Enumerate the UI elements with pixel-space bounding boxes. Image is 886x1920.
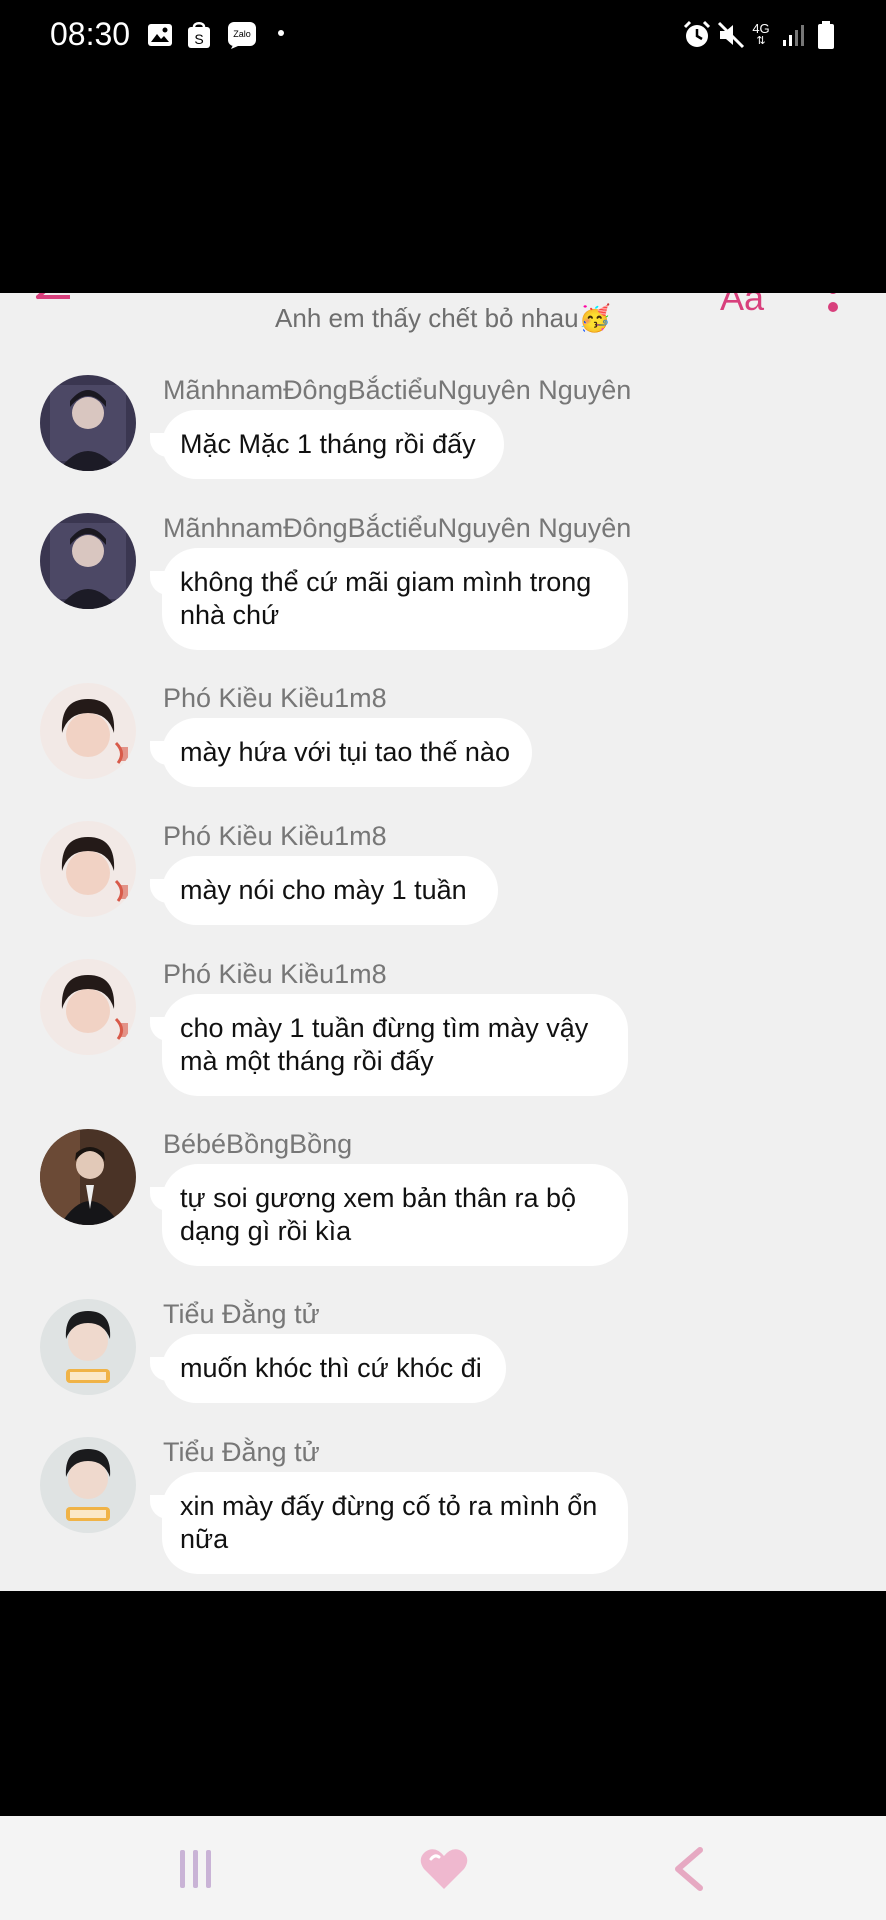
back-icon[interactable] [660,1842,720,1896]
avatar[interactable] [40,1129,136,1225]
sender-name: Phó Kiều Kiều1m8 [163,683,387,713]
shop-icon: S [186,20,212,50]
chat-area[interactable]: Aa Anh em thấy chết bỏ nhau🥳 MãnhnamĐông… [0,293,886,1591]
message-bubble[interactable]: xin mày đấy đừng cố tỏ ra mình ổn nữa [162,1472,628,1574]
network-label: 4G [752,21,770,36]
zalo-icon: Zalo [226,20,258,50]
status-bar: 08:30 S Zalo 4G ⇅ [0,0,886,70]
mute-icon [716,20,746,50]
system-nav-bar [0,1816,886,1920]
data-arrows-icon: ⇅ [756,35,766,47]
avatar[interactable] [40,1299,136,1395]
avatar[interactable] [40,959,136,1055]
message-bubble[interactable]: tự soi gương xem bản thân ra bộ dạng gì … [162,1164,628,1266]
sender-name: Phó Kiều Kiều1m8 [163,959,387,989]
message-bubble[interactable]: mày nói cho mày 1 tuần [162,856,498,925]
sender-name: BébéBồngBồng [163,1129,353,1159]
message-bubble[interactable]: không thể cứ mãi giam mình trong nhà chứ [162,548,628,650]
clock: 08:30 [50,16,131,52]
sender-name: Phó Kiều Kiều1m8 [163,821,387,851]
avatar[interactable] [40,821,136,917]
battery-icon [814,20,838,50]
sender-name: Tiểu Đằng tử [163,1299,320,1329]
notification-dot [278,30,284,36]
recent-apps-icon[interactable] [166,1842,226,1896]
message-bubble[interactable]: Mặc Mặc 1 tháng rồi đấy [162,410,504,479]
sender-name: MãnhnamĐôngBắctiểuNguyên Nguyên [163,513,632,543]
image-icon [146,20,174,50]
home-heart-icon[interactable] [414,1842,474,1896]
svg-text:S: S [194,31,203,47]
sender-name: MãnhnamĐôngBắctiểuNguyên Nguyên [163,375,632,405]
svg-text:Zalo: Zalo [233,29,251,39]
message-bubble[interactable]: cho mày 1 tuần đừng tìm mày vậy mà một t… [162,994,628,1096]
avatar[interactable] [40,513,136,609]
group-subtitle: Anh em thấy chết bỏ nhau🥳 [275,303,611,333]
message-bubble[interactable]: muốn khóc thì cứ khóc đi [162,1334,506,1403]
avatar[interactable] [40,683,136,779]
avatar[interactable] [40,1437,136,1533]
message-bubble[interactable]: mày hứa với tụi tao thế nào [162,718,532,787]
signal-icon [780,20,808,50]
avatar[interactable] [40,375,136,471]
network-indicator: 4G ⇅ [750,20,772,50]
alarm-icon [682,20,712,50]
sender-name: Tiểu Đằng tử [163,1437,320,1467]
